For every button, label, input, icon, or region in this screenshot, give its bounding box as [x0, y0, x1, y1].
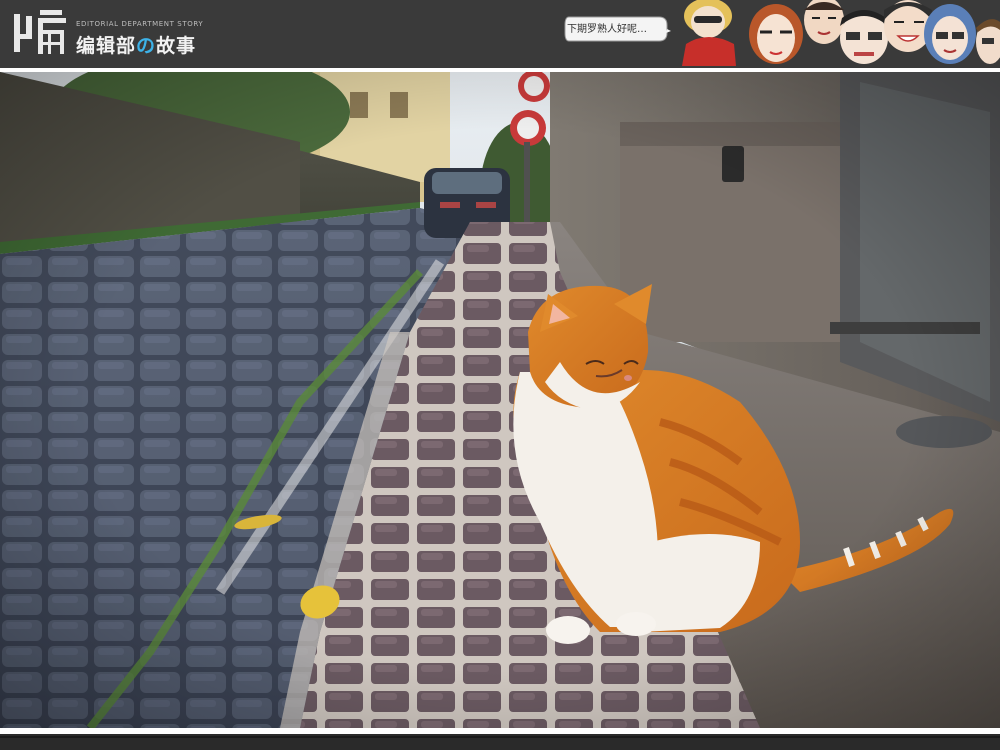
logo-title[interactable]: 编辑部の故事 [76, 31, 196, 58]
cat-photo [0, 72, 1000, 728]
face-brown-hair-icon [749, 4, 803, 64]
site-header: EDITORIAL DEPARTMENT STORY 编辑部の故事 下期罗熟人好… [0, 0, 1000, 68]
face-blonde-icon [682, 0, 736, 66]
speech-bubble-text: 下期罗熟人好呢… [567, 24, 647, 35]
logo-title-part2: 故事 [156, 35, 197, 57]
face-short-hair-icon [804, 0, 844, 44]
logo-title-part1: 编辑部 [76, 35, 137, 57]
logo-icon[interactable] [12, 8, 68, 58]
logo-subtitle: EDITORIAL DEPARTMENT STORY [76, 20, 204, 28]
face-partial-icon [976, 19, 1000, 64]
face-blue-hair-icon [924, 4, 976, 64]
face-smiling-icon [884, 0, 932, 52]
footer-divider [0, 736, 1000, 738]
face-glasses-icon [840, 10, 888, 64]
logo-title-no: の [136, 35, 157, 57]
character-faces-illustration [682, 0, 1000, 66]
